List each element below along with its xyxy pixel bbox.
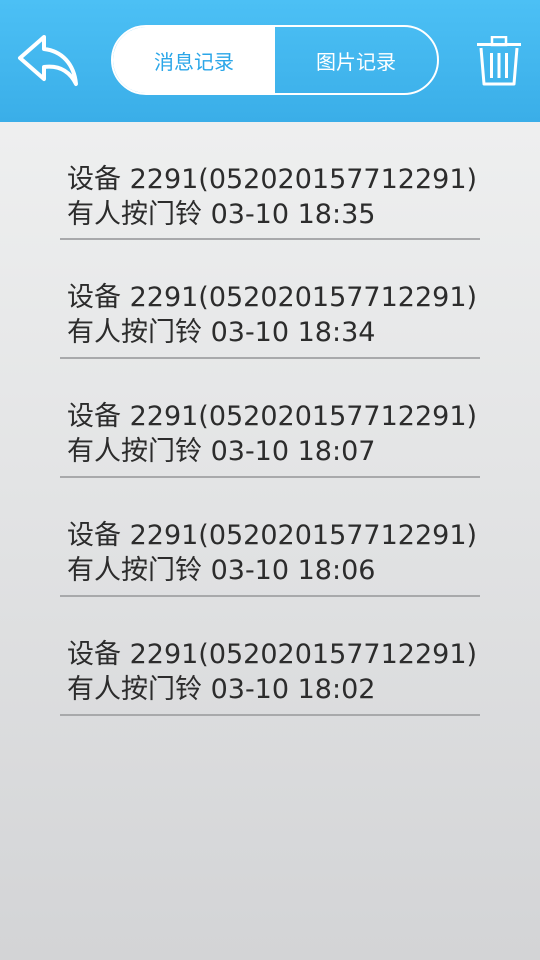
list-item[interactable]: 设备 2291(052020157712291) 有人按门铃 03-10 18:… xyxy=(60,597,480,716)
tab-message-records-label: 消息记录 xyxy=(154,49,234,74)
tab-image-records[interactable]: 图片记录 xyxy=(275,27,437,93)
list-item[interactable]: 设备 2291(052020157712291) 有人按门铃 03-10 18:… xyxy=(60,359,480,478)
list-item[interactable]: 设备 2291(052020157712291) 有人按门铃 03-10 18:… xyxy=(60,122,480,240)
back-button[interactable] xyxy=(16,34,80,90)
back-arrow-icon xyxy=(18,35,78,86)
tab-image-records-label: 图片记录 xyxy=(316,49,396,74)
trash-icon xyxy=(477,35,521,86)
record-device: 设备 2291(052020157712291) xyxy=(67,639,478,670)
message-record-list: 设备 2291(052020157712291) 有人按门铃 03-10 18:… xyxy=(60,122,480,716)
record-device: 设备 2291(052020157712291) xyxy=(67,164,478,195)
record-event: 有人按门铃 03-10 18:35 xyxy=(67,199,376,230)
record-event: 有人按门铃 03-10 18:07 xyxy=(67,436,376,467)
record-event: 有人按门铃 03-10 18:06 xyxy=(67,555,376,586)
record-device: 设备 2291(052020157712291) xyxy=(67,401,478,432)
record-tabs: 消息记录 图片记录 xyxy=(111,25,439,95)
record-device: 设备 2291(052020157712291) xyxy=(67,282,478,313)
app-header: 消息记录 图片记录 xyxy=(0,0,540,122)
delete-button[interactable] xyxy=(476,35,522,86)
record-event: 有人按门铃 03-10 18:34 xyxy=(67,317,376,348)
list-item[interactable]: 设备 2291(052020157712291) 有人按门铃 03-10 18:… xyxy=(60,478,480,597)
tab-message-records[interactable]: 消息记录 xyxy=(113,27,275,93)
record-device: 设备 2291(052020157712291) xyxy=(67,520,478,551)
record-event: 有人按门铃 03-10 18:02 xyxy=(67,674,376,705)
list-item[interactable]: 设备 2291(052020157712291) 有人按门铃 03-10 18:… xyxy=(60,240,480,359)
